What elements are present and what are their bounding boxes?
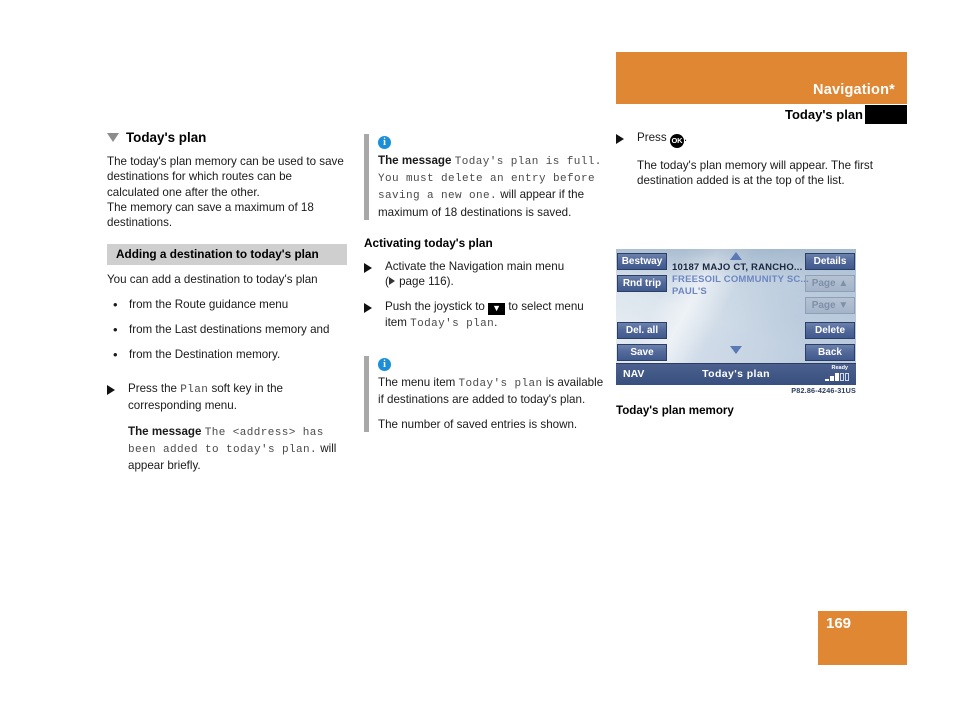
header-title: Navigation* — [813, 82, 895, 98]
note-pre: The menu item — [378, 375, 459, 389]
page-number-box: 169 — [818, 611, 907, 665]
action-text: Push the joystick to ▼ to select menu it… — [385, 299, 604, 332]
list-item: • from the Last destinations memory and — [107, 322, 347, 337]
scroll-down-arrow-icon[interactable] — [730, 346, 742, 354]
subsection-heading-activating: Activating today's plan — [364, 235, 493, 250]
destination-list: 10187 MAJO CT, RANCHO... FREESOIL COMMUN… — [672, 262, 809, 298]
figure-code: P82.86-4246-31US — [791, 386, 856, 395]
action-result-message: The message The <address> has been added… — [128, 424, 347, 474]
action-result-description: The today's plan memory will appear. The… — [637, 159, 873, 188]
action-text: Press OK. — [637, 130, 911, 148]
bullet-dot-icon: • — [113, 296, 118, 312]
info-note-text: The menu item Today's plan is available … — [378, 375, 604, 407]
lead-paragraph: You can add a destination to today's pla… — [107, 273, 318, 287]
list-item: • from the Destination memory. — [107, 347, 347, 362]
header-subtitle: Today's plan — [785, 107, 863, 122]
bullet-dot-icon: • — [113, 347, 118, 363]
figure-caption: Today's plan memory — [616, 404, 734, 417]
softkey-page-down: Page ▼ — [805, 297, 855, 314]
section-heading-label: Today's plan — [126, 130, 207, 145]
action-text: Press the Plan soft key in the correspon… — [128, 381, 347, 413]
list-item[interactable]: PAUL'S — [672, 286, 800, 297]
softkey-name-plan: Plan — [180, 384, 209, 397]
bullet-dot-icon: • — [113, 321, 118, 337]
column-two: i The message Today's plan is full. You … — [364, 130, 604, 432]
action-text-post: . — [683, 131, 688, 144]
softkey-bestway[interactable]: Bestway — [617, 253, 667, 270]
action-text-main: Activate the Navigation main menu — [385, 260, 565, 274]
header-subtitle-row: Today's plan — [616, 105, 907, 125]
action-text-pre: Press — [637, 131, 670, 144]
action-text-pre: Press the — [128, 382, 181, 396]
softkey-del-all[interactable]: Del. all — [617, 322, 667, 339]
list-item: • from the Route guidance menu — [107, 297, 347, 312]
info-note-text-2: The number of saved entries is shown. — [378, 418, 578, 432]
arrow-right-icon — [364, 299, 385, 332]
subsection-heading-adding: Adding a destination to today's plan — [107, 244, 347, 266]
signal-strength-icon — [825, 373, 849, 381]
list-item[interactable]: 10187 MAJO CT, RANCHO... — [672, 262, 802, 273]
ok-button-icon: OK — [669, 134, 684, 148]
navigation-screen-screenshot: Bestway Rnd trip Del. all Save Details P… — [616, 249, 856, 385]
column-one: Today's plan The today's plan memory can… — [107, 130, 347, 473]
scroll-up-arrow-icon[interactable] — [730, 252, 742, 260]
menu-item-todays-plan: Today's plan — [458, 377, 543, 390]
softkey-page-up: Page ▲ — [805, 275, 855, 292]
info-note-text: The message Today's plan is full. You mu… — [378, 153, 604, 220]
page-number: 169 — [826, 615, 852, 632]
action-step-push-joystick: Push the joystick to ▼ to select menu it… — [364, 299, 604, 332]
list-item[interactable]: FREESOIL COMMUNITY SC... — [672, 274, 809, 285]
softkey-save[interactable]: Save — [617, 344, 667, 361]
intro-paragraph-2: The memory can save a maximum of 18 dest… — [107, 200, 314, 230]
message-label: The message — [128, 424, 205, 438]
reference-triangle-icon — [388, 277, 395, 286]
softkey-rnd-trip[interactable]: Rnd trip — [617, 275, 667, 292]
joystick-down-icon: ▼ — [488, 303, 506, 316]
status-bar: NAV Today's plan Ready — [616, 363, 856, 385]
info-note-plan-full: i The message Today's plan is full. You … — [364, 134, 604, 220]
intro-paragraph-1: The today's plan memory can be used to s… — [107, 155, 344, 199]
signal-ready-label: Ready — [831, 365, 848, 371]
action-step-activate-menu: Activate the Navigation main menu( page … — [364, 259, 604, 289]
menu-item-todays-plan: Today's plan — [410, 318, 495, 331]
arrow-right-icon — [616, 130, 637, 148]
message-label: The message — [378, 154, 455, 167]
info-note-menu-availability: i The menu item Today's plan is availabl… — [364, 355, 604, 433]
bullet-text: from the Last destinations memory and — [129, 322, 330, 336]
bullet-text: from the Destination memory. — [129, 348, 281, 362]
action-text-post: . — [494, 316, 498, 330]
bullet-text: from the Route guidance menu — [129, 297, 289, 311]
arrow-right-icon — [107, 381, 128, 413]
softkey-details[interactable]: Details — [805, 253, 855, 270]
softkey-delete[interactable]: Delete — [805, 322, 855, 339]
column-three: Press OK. The today's plan memory will a… — [616, 130, 911, 189]
action-text: Activate the Navigation main menu( page … — [385, 260, 565, 289]
info-icon: i — [378, 136, 391, 149]
action-text-pre: Push the joystick to — [385, 300, 489, 314]
section-heading: Today's plan — [107, 130, 347, 145]
status-title: Today's plan — [702, 368, 770, 380]
page-reference: page 116). — [395, 275, 454, 289]
info-icon: i — [378, 357, 391, 371]
arrow-right-icon — [364, 259, 385, 289]
softkey-back[interactable]: Back — [805, 344, 855, 361]
action-step-press-ok: Press OK. — [616, 130, 911, 148]
header-tab-marker — [865, 105, 907, 124]
header-band: Navigation* — [616, 52, 907, 104]
manual-page: Navigation* Today's plan Today's plan Th… — [0, 0, 954, 716]
triangle-down-icon — [107, 133, 119, 143]
action-step-press-plan: Press the Plan soft key in the correspon… — [107, 381, 347, 413]
